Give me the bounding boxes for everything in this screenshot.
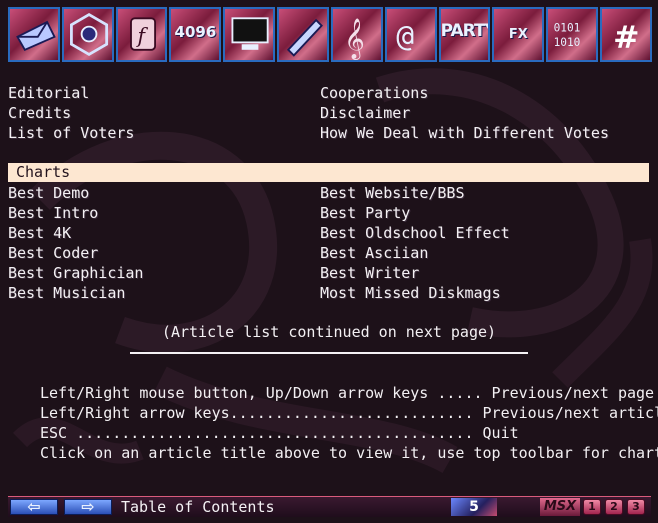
msx-logo: MSX — [540, 498, 580, 516]
chart-item-best-musician[interactable]: Best Musician — [8, 283, 125, 303]
svg-text:1010: 1010 — [554, 36, 581, 49]
issue-number: 5 — [469, 499, 479, 515]
page-3-button[interactable]: 3 — [627, 499, 645, 515]
page-title: Table of Contents — [121, 498, 275, 516]
chart-item-best-graphician[interactable]: Best Graphician — [8, 263, 143, 283]
chart-item-best-intro[interactable]: Best Intro — [8, 203, 98, 223]
section-title: Charts — [16, 163, 71, 181]
menu-item-credits[interactable]: Credits — [8, 103, 71, 123]
help-line-mouse: Left/Right mouse button, Up/Down arrow k… — [40, 384, 655, 402]
svg-text:0101: 0101 — [554, 21, 581, 34]
help-line-click: Click on an article title above to view … — [40, 444, 658, 462]
ascii-at-icon[interactable]: @ — [384, 7, 437, 62]
pencil-icon[interactable] — [277, 7, 329, 62]
page-2-button[interactable]: 2 — [605, 499, 623, 515]
menu-item-list-of-voters[interactable]: List of Voters — [8, 123, 134, 143]
scroll-icon[interactable]: f — [115, 7, 168, 62]
page-1-button[interactable]: 1 — [583, 499, 601, 515]
section-header-charts: Charts — [8, 163, 649, 182]
prev-page-button[interactable]: ⇦ — [10, 497, 58, 516]
party-icon[interactable]: PARTY — [438, 7, 491, 62]
monitor-icon[interactable] — [223, 7, 276, 62]
menu-item-disclaimer[interactable]: Disclaimer — [320, 103, 410, 123]
next-page-button[interactable]: ⇨ — [64, 497, 112, 516]
menu-item-editorial[interactable]: Editorial — [8, 83, 89, 103]
help-line-esc: ESC ....................................… — [40, 424, 519, 442]
party-label: PARTY — [440, 21, 491, 41]
chart-item-best-party[interactable]: Best Party — [320, 203, 410, 223]
4096-icon[interactable]: 4096 — [169, 7, 222, 62]
chart-item-best-4k[interactable]: Best 4K — [8, 223, 71, 243]
chart-item-best-website[interactable]: Best Website/BBS — [320, 183, 465, 203]
fx-icon[interactable]: FX — [492, 7, 545, 62]
svg-text:#: # — [613, 20, 639, 56]
svg-text:@: @ — [396, 18, 414, 53]
chart-item-best-writer[interactable]: Best Writer — [320, 263, 419, 283]
4096-label: 4096 — [174, 23, 217, 41]
issue-badge: 5 — [451, 498, 497, 516]
chart-item-best-coder[interactable]: Best Coder — [8, 243, 98, 263]
music-clef-icon[interactable]: 𝄞 — [330, 7, 383, 62]
arrow-left-icon: ⇦ — [27, 497, 41, 516]
chart-item-best-asciian[interactable]: Best Asciian — [320, 243, 428, 263]
svg-text:𝄞: 𝄞 — [344, 18, 365, 60]
menu-item-cooperations[interactable]: Cooperations — [320, 83, 428, 103]
arrow-right-icon: ⇨ — [81, 497, 95, 516]
binary-icon[interactable]: 0101 1010 — [546, 7, 599, 62]
continued-note: (Article list continued on next page) — [161, 323, 497, 341]
hash-icon[interactable]: # — [600, 7, 652, 62]
chart-item-best-oldschool-effect[interactable]: Best Oldschool Effect — [320, 223, 510, 243]
menu-item-how-we-deal[interactable]: How We Deal with Different Votes — [320, 123, 609, 143]
top-toolbar: f 4096 𝄞 @ PARTY FX 0101 1010 # — [8, 7, 654, 62]
chart-item-best-demo[interactable]: Best Demo — [8, 183, 89, 203]
chart-item-most-missed-diskmags[interactable]: Most Missed Diskmags — [320, 283, 501, 303]
divider — [130, 352, 528, 354]
help-line-arrows: Left/Right arrow keys...................… — [40, 404, 658, 422]
bottom-bar: ⇦ ⇨ Table of Contents 5 MSX 1 2 3 — [8, 496, 651, 517]
disk-eye-icon[interactable] — [61, 7, 114, 62]
envelope-icon[interactable] — [8, 7, 60, 62]
fx-label: FX — [508, 27, 528, 42]
